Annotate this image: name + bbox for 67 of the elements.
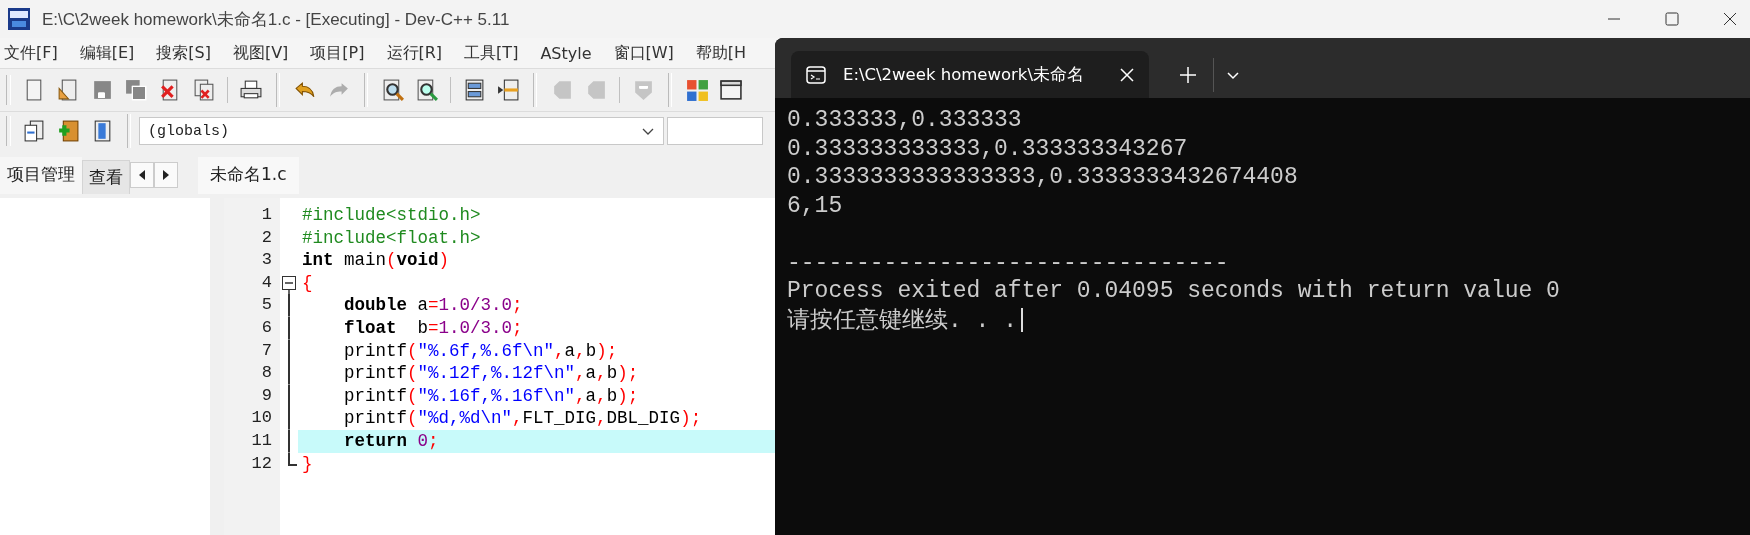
code-line: float b=1.0/3.0; [343,316,523,340]
code-line: printf("%.6f,%.6f\n",a,b); [343,339,618,363]
menu-item[interactable]: 窗口[W] [613,42,674,64]
menu-item[interactable]: 文件[F] [4,42,58,64]
menu-item[interactable]: 视图[V] [232,42,289,64]
left-arrow-icon [138,170,146,180]
add-file-icon[interactable] [56,119,80,143]
code-line: printf("%d,%d\n",FLT_DIG,DBL_DIG); [343,407,702,430]
code-line: printf("%.12f,%.12f\n",a,b); [343,362,639,385]
panel-tab[interactable]: 查看 [82,160,130,194]
right-arrow-icon [162,170,170,180]
line-number: 1 [261,204,272,226]
window-title: E:\C\2week homework\未命名1.c - [Executing] - Dev-C++ 5.11 [42,8,510,31]
code-line: #include<float.h> [302,226,481,250]
new-tab-icon[interactable] [1179,66,1197,84]
replace-icon[interactable] [415,78,439,102]
scroll-right-button[interactable] [154,162,178,188]
terminal-tab[interactable]: E:\C\2week homework\未命名 [791,51,1149,98]
close-icon[interactable] [1119,66,1135,83]
scroll-left-button[interactable] [130,162,154,188]
editor-tab[interactable]: 未命名1.c [198,157,299,194]
console-output-line: Process exited after 0.04095 seconds with return value 0 [787,277,1560,306]
copy-icon[interactable] [22,119,46,143]
menu-item[interactable]: 搜索[S] [156,42,211,64]
line-number: 8 [261,362,272,385]
line-number: 5 [261,294,272,317]
line-number: 4 [261,271,272,294]
code-line: #include<stdio.h> [302,204,481,227]
line-number: 3 [261,249,272,272]
menu-item[interactable]: 工具[T] [464,42,519,64]
find-icon[interactable] [381,78,405,102]
code-line: double a=1.0/3.0; [343,294,523,317]
code-line: { [302,271,313,295]
code-line: return 0; [343,429,439,453]
menu-item[interactable]: 帮助[H [695,42,747,64]
input-field[interactable] [667,117,763,145]
text-cursor [1021,307,1023,332]
code-line: int main(void) [302,249,450,272]
console-output-line: 0.333333333333,0.333333343267 [787,134,1188,163]
code-line: } [302,452,313,476]
line-number: 12 [251,452,272,475]
menu-item[interactable]: AStyle [540,43,592,63]
console-output-line: 0.333333,0.333333 [787,106,1022,135]
menu-item[interactable]: 运行[R] [386,42,443,64]
console-output-line: 0.3333333333333333,0.3333333432674408 [787,163,1298,192]
terminal-icon [805,63,827,86]
close-all-icon[interactable] [192,78,216,102]
line-number: 2 [261,226,272,249]
app-icon [8,8,30,30]
line-number: 9 [261,384,272,407]
panel-tab[interactable]: 项目管理 [0,157,82,194]
line-number: 7 [261,339,272,362]
line-number: 6 [261,316,272,339]
console-output-line: 6,15 [787,191,843,220]
insert-icon[interactable] [496,78,520,102]
scope-dropdown[interactable]: (globals) [139,117,664,145]
window-icon[interactable] [719,78,743,102]
menu-item[interactable]: 编辑[E] [79,42,135,64]
line-number: 10 [251,407,272,430]
maximize-icon[interactable] [1662,9,1682,29]
fold-end-line [288,452,297,466]
console-output-line: -------------------------------- [787,248,1229,277]
menu-item[interactable]: 项目[P] [310,42,365,64]
grid-icon[interactable] [685,78,709,102]
console-prompt: 请按任意键继续. . . [787,307,1017,336]
code-line: printf("%.16f,%.16f\n",a,b); [343,384,639,408]
line-number: 11 [251,429,272,452]
